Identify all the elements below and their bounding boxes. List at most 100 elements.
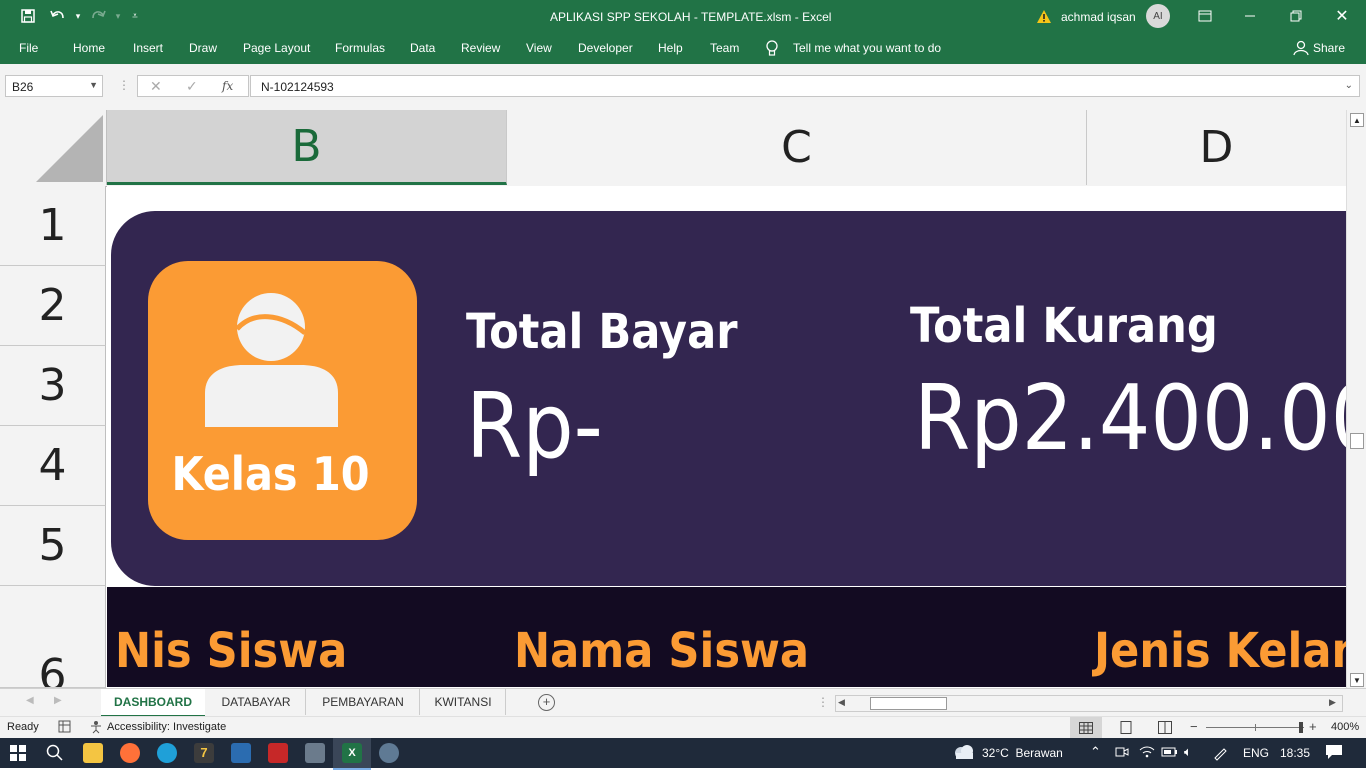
check-icon[interactable]: ✓: [186, 78, 198, 95]
file-explorer-icon[interactable]: [83, 743, 103, 763]
tell-me-search[interactable]: Tell me what you want to do: [793, 41, 941, 55]
horizontal-scroll-thumb[interactable]: [870, 697, 947, 710]
ribbon-display-options-icon[interactable]: [1195, 6, 1215, 26]
avatar[interactable]: AI: [1146, 4, 1170, 28]
undo-icon[interactable]: [48, 6, 68, 26]
document-app-icon[interactable]: [305, 743, 325, 763]
row-header-1[interactable]: 1: [0, 186, 106, 266]
name-box[interactable]: B26 ▼: [5, 75, 103, 97]
weather-cloud-icon[interactable]: [952, 743, 976, 764]
formula-input[interactable]: N-102124593 ⌄: [250, 75, 1360, 97]
tab-team[interactable]: Team: [710, 41, 739, 55]
insert-function-icon[interactable]: fx: [222, 79, 233, 93]
normal-view-button[interactable]: [1070, 717, 1102, 738]
tab-file[interactable]: File: [19, 41, 38, 55]
scroll-up-icon[interactable]: ▲: [1350, 113, 1364, 127]
zoom-slider-thumb[interactable]: [1299, 722, 1303, 733]
header-nama-siswa: Nama Siswa: [514, 623, 810, 679]
sheet-tabs-bar: ◀ ▶ DASHBOARD DATABAYAR PEMBAYARAN KWITA…: [0, 688, 1366, 717]
edge-icon[interactable]: [157, 743, 177, 763]
scroll-right-icon[interactable]: ▶: [1329, 697, 1336, 708]
zoom-in-icon[interactable]: +: [1309, 719, 1317, 734]
page-layout-view-icon[interactable]: [1119, 721, 1133, 737]
vertical-scroll-thumb[interactable]: [1350, 433, 1364, 449]
row-header-5[interactable]: 5: [0, 506, 106, 586]
clock[interactable]: 18:35: [1280, 746, 1310, 760]
redo-icon[interactable]: [88, 6, 108, 26]
pen-icon[interactable]: [1212, 745, 1228, 764]
wifi-icon[interactable]: [1139, 745, 1155, 762]
tab-home[interactable]: Home: [73, 41, 105, 55]
sheet-tab-databayar[interactable]: DATABAYAR: [207, 689, 306, 715]
class-card[interactable]: Kelas 10: [148, 261, 417, 540]
search-icon[interactable]: [46, 744, 64, 765]
row-header-3[interactable]: 3: [0, 346, 106, 426]
accessibility-status[interactable]: Accessibility: Investigate: [107, 721, 226, 733]
tab-draw[interactable]: Draw: [189, 41, 217, 55]
zoom-out-icon[interactable]: −: [1190, 719, 1198, 734]
vertical-scrollbar[interactable]: ▲ ▼: [1346, 110, 1366, 688]
tab-insert[interactable]: Insert: [133, 41, 163, 55]
tab-page-layout[interactable]: Page Layout: [243, 41, 310, 55]
meet-now-icon[interactable]: [1115, 745, 1129, 762]
row-header-4[interactable]: 4: [0, 426, 106, 506]
column-header-c[interactable]: C: [507, 110, 1087, 185]
firefox-icon[interactable]: [120, 743, 140, 763]
notification-icon[interactable]: [1325, 744, 1343, 763]
tab-view[interactable]: View: [526, 41, 552, 55]
save-icon[interactable]: [18, 6, 38, 26]
scroll-down-icon[interactable]: ▼: [1350, 673, 1364, 687]
tab-developer[interactable]: Developer: [578, 41, 633, 55]
close-icon[interactable]: ✕: [1332, 6, 1352, 26]
customize-qat-icon[interactable]: ⩡: [125, 6, 145, 26]
accessibility-icon[interactable]: [89, 720, 104, 737]
share-button[interactable]: Share: [1313, 41, 1345, 55]
column-header-b[interactable]: B: [107, 110, 507, 185]
prev-sheet-icon[interactable]: ◀: [26, 695, 34, 706]
sheet-tab-kwitansi[interactable]: KWITANSI: [421, 689, 506, 715]
access-icon[interactable]: [268, 743, 288, 763]
minimize-icon[interactable]: [1240, 6, 1260, 26]
windows-start-icon[interactable]: [10, 745, 26, 764]
weather-text[interactable]: 32°C Berawan: [982, 746, 1063, 760]
sheet-tab-pembayaran[interactable]: PEMBAYARAN: [307, 689, 420, 715]
cancel-icon[interactable]: ✕: [150, 78, 162, 95]
tab-split-handle-icon[interactable]: ⋮: [817, 695, 829, 709]
undo-dropdown-icon[interactable]: ▾: [68, 6, 88, 26]
next-sheet-icon[interactable]: ▶: [54, 695, 62, 706]
more-options-icon: ⋮: [118, 78, 130, 92]
tab-review[interactable]: Review: [461, 41, 500, 55]
paint-icon[interactable]: [379, 743, 399, 763]
macro-record-icon[interactable]: [58, 720, 71, 736]
row-header-6-label: 6: [38, 650, 67, 688]
zoom-level[interactable]: 400%: [1331, 721, 1359, 733]
scroll-left-icon[interactable]: ◀: [838, 697, 845, 708]
tab-formulas[interactable]: Formulas: [335, 41, 385, 55]
warning-icon[interactable]: [1034, 6, 1054, 26]
name-box-value: B26: [12, 80, 34, 94]
user-name[interactable]: achmad iqsan: [1061, 10, 1136, 24]
photos-icon[interactable]: [231, 743, 251, 763]
sheet-tab-dashboard[interactable]: DASHBOARD: [101, 689, 205, 717]
add-sheet-icon[interactable]: +: [538, 694, 555, 711]
row-header-6[interactable]: 6: [0, 586, 106, 688]
tab-data[interactable]: Data: [410, 41, 435, 55]
column-header-d[interactable]: D: [1087, 110, 1346, 185]
window-title: APLIKASI SPP SEKOLAH - TEMPLATE.xlsm - E…: [550, 10, 832, 24]
horizontal-scrollbar[interactable]: ◀ ▶: [835, 695, 1343, 712]
row-header-2[interactable]: 2: [0, 266, 106, 346]
volume-icon[interactable]: 🔈︎: [1184, 744, 1192, 760]
tab-help[interactable]: Help: [658, 41, 683, 55]
excel-taskbar-button[interactable]: X: [333, 738, 371, 770]
page-break-view-icon[interactable]: [1158, 721, 1172, 737]
chevron-up-icon[interactable]: ⌃: [1090, 744, 1101, 760]
input-language[interactable]: ENG: [1243, 746, 1269, 760]
chevron-down-icon[interactable]: ▼: [89, 80, 98, 90]
total-bayar-value: Rp-: [466, 374, 603, 479]
class-label: Kelas 10: [171, 447, 370, 501]
select-all-button[interactable]: [0, 110, 107, 185]
app-7zip-icon[interactable]: 7: [194, 743, 214, 763]
battery-icon[interactable]: [1161, 746, 1179, 761]
restore-icon[interactable]: [1286, 6, 1306, 26]
expand-formula-icon[interactable]: ⌄: [1345, 80, 1353, 91]
